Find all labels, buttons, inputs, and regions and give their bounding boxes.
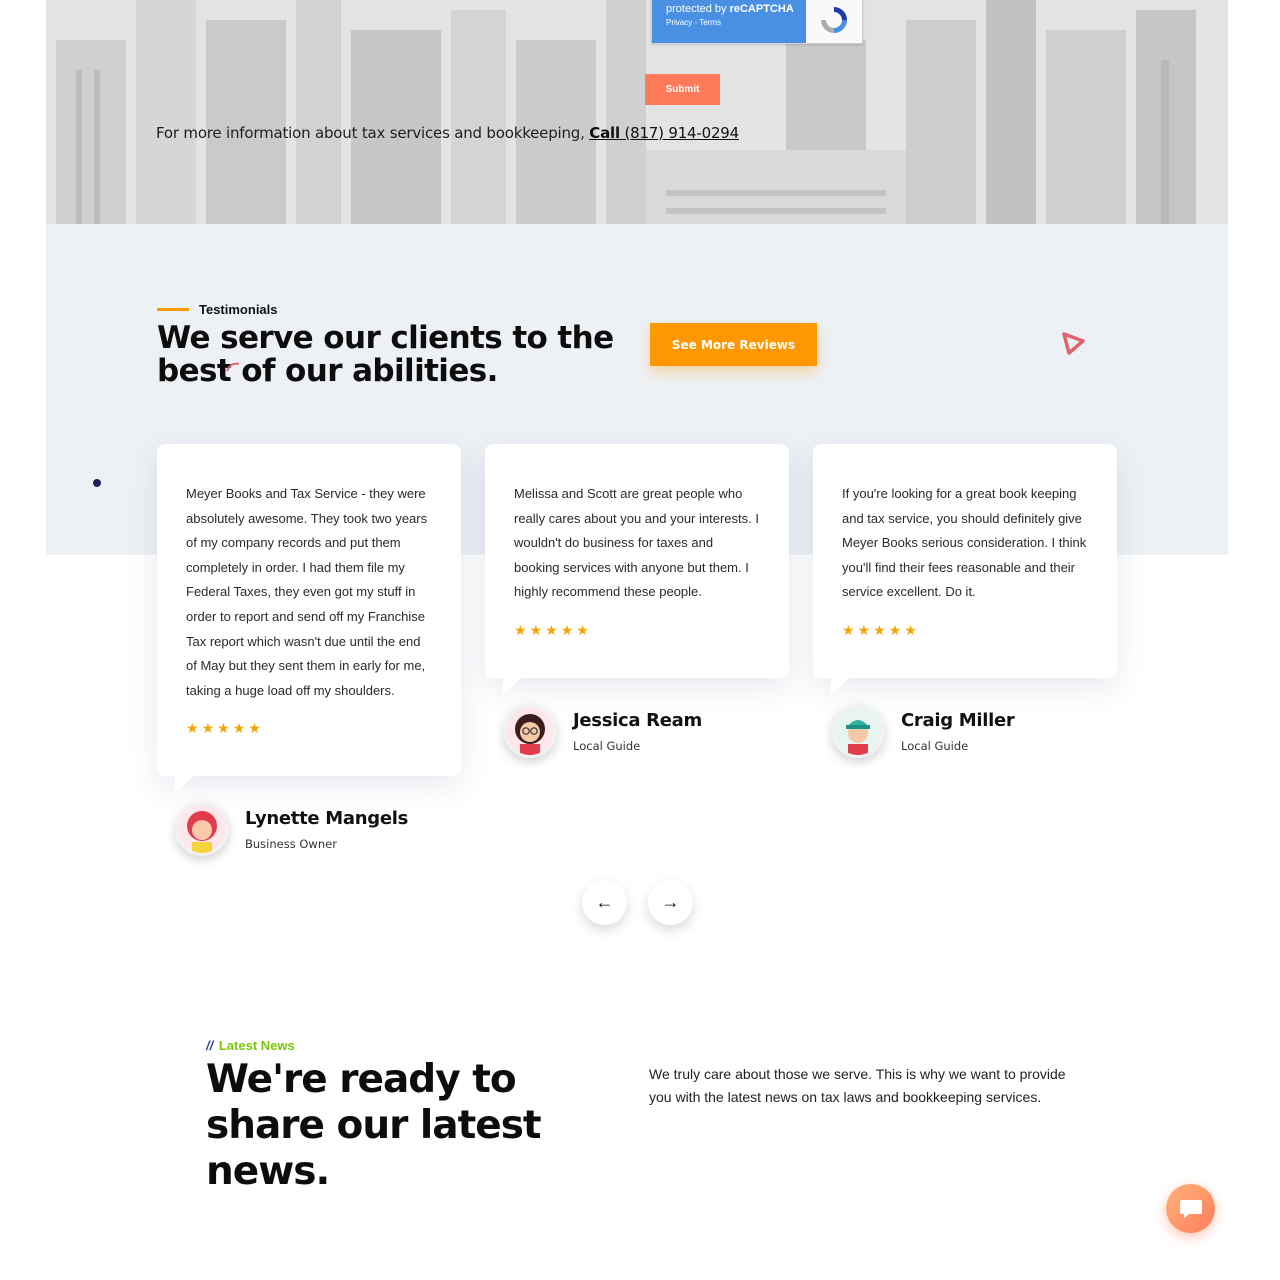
testimonial-author: Craig Miller Local Guide: [831, 704, 1015, 758]
contact-info-text: For more information about tax services …: [156, 124, 590, 142]
carousel-prev-button[interactable]: ←: [582, 880, 627, 925]
recaptcha-protected-line: protected by reCAPTCHA: [666, 3, 794, 15]
star-icon: ★: [857, 621, 871, 638]
news-eyebrow-label: Latest News: [218, 1038, 295, 1053]
star-icon: ★: [904, 621, 917, 638]
arrow-right-icon: →: [661, 892, 680, 912]
testimonial-card: Meyer Books and Tax Service - they were …: [157, 444, 461, 794]
star-icon: ★: [529, 621, 543, 638]
star-rating: ★ ★ ★ ★ ★: [842, 623, 1089, 637]
avatar: [175, 802, 229, 856]
author-role: Business Owner: [245, 836, 337, 851]
eyebrow-slashes: //: [206, 1038, 214, 1053]
testimonial-text: Meyer Books and Tax Service - they were …: [186, 486, 428, 698]
author-name: Jessica Ream: [573, 709, 702, 731]
chat-widget-button[interactable]: [1166, 1184, 1215, 1233]
contact-info-line: For more information about tax services …: [156, 124, 739, 142]
news-heading: We're ready to share our latest news.: [206, 1057, 542, 1194]
testimonials-eyebrow-label: Testimonials: [199, 302, 278, 317]
recaptcha-text: protected by reCAPTCHA Privacy - Terms: [652, 0, 806, 43]
arrow-left-icon: ←: [595, 892, 614, 912]
eyebrow-dash: [157, 308, 189, 311]
carousel-next-button[interactable]: →: [648, 880, 693, 925]
submit-button[interactable]: Submit: [645, 74, 720, 105]
testimonial-text: If you're looking for a great book keepi…: [842, 486, 1087, 600]
testimonial-author: Lynette Mangels Business Owner: [175, 802, 408, 856]
author-role: Local Guide: [573, 738, 641, 753]
testimonials-eyebrow: Testimonials: [157, 302, 278, 317]
testimonial-card: If you're looking for a great book keepi…: [813, 444, 1117, 696]
author-name: Lynette Mangels: [245, 807, 409, 829]
testimonials-heading: We serve our clients to the best of our …: [157, 320, 614, 389]
author-name: Craig Miller: [901, 709, 1015, 731]
star-icon: ★: [873, 621, 886, 638]
chat-icon: [1179, 1199, 1202, 1218]
call-phone-link[interactable]: Call (817) 914-0294: [589, 124, 739, 142]
recaptcha-badge[interactable]: protected by reCAPTCHA Privacy - Terms: [651, 0, 863, 44]
star-icon: ★: [576, 621, 589, 638]
star-icon: ★: [514, 621, 527, 638]
star-icon: ★: [201, 720, 215, 737]
testimonial-card: Melissa and Scott are great people who r…: [485, 444, 789, 696]
star-icon: ★: [232, 720, 246, 737]
star-icon: ★: [217, 720, 230, 737]
star-icon: ★: [545, 621, 558, 638]
contact-hero: protected by reCAPTCHA Privacy - Terms S…: [46, 0, 1228, 224]
star-rating: ★ ★ ★ ★ ★: [514, 623, 761, 637]
star-rating: ★ ★ ★ ★ ★: [186, 721, 433, 735]
woman-glasses-avatar-icon: [506, 707, 554, 755]
man-cap-avatar-icon: [834, 707, 882, 755]
author-role: Local Guide: [901, 738, 969, 753]
news-description: We truly care about those we serve. This…: [649, 1066, 1066, 1105]
decorative-dot: [93, 479, 101, 487]
testimonial-author: Jessica Ream Local Guide: [503, 704, 702, 758]
see-more-reviews-button[interactable]: See More Reviews: [650, 323, 817, 366]
avatar: [831, 704, 885, 758]
decorative-triangle-icon: [1062, 332, 1085, 355]
star-icon: ★: [842, 621, 855, 638]
city-skyline-background: [46, 0, 1228, 224]
star-icon: ★: [888, 621, 902, 638]
testimonial-text: Melissa and Scott are great people who r…: [514, 486, 759, 600]
recaptcha-logo-icon: [806, 0, 862, 43]
woman-avatar-icon: [178, 805, 226, 853]
avatar: [503, 704, 557, 758]
star-icon: ★: [248, 720, 261, 737]
news-eyebrow: // Latest News: [206, 1038, 295, 1053]
star-icon: ★: [186, 720, 199, 737]
decorative-squiggle-icon: [226, 362, 240, 372]
recaptcha-privacy-terms[interactable]: Privacy - Terms: [666, 18, 806, 27]
star-icon: ★: [560, 621, 574, 638]
